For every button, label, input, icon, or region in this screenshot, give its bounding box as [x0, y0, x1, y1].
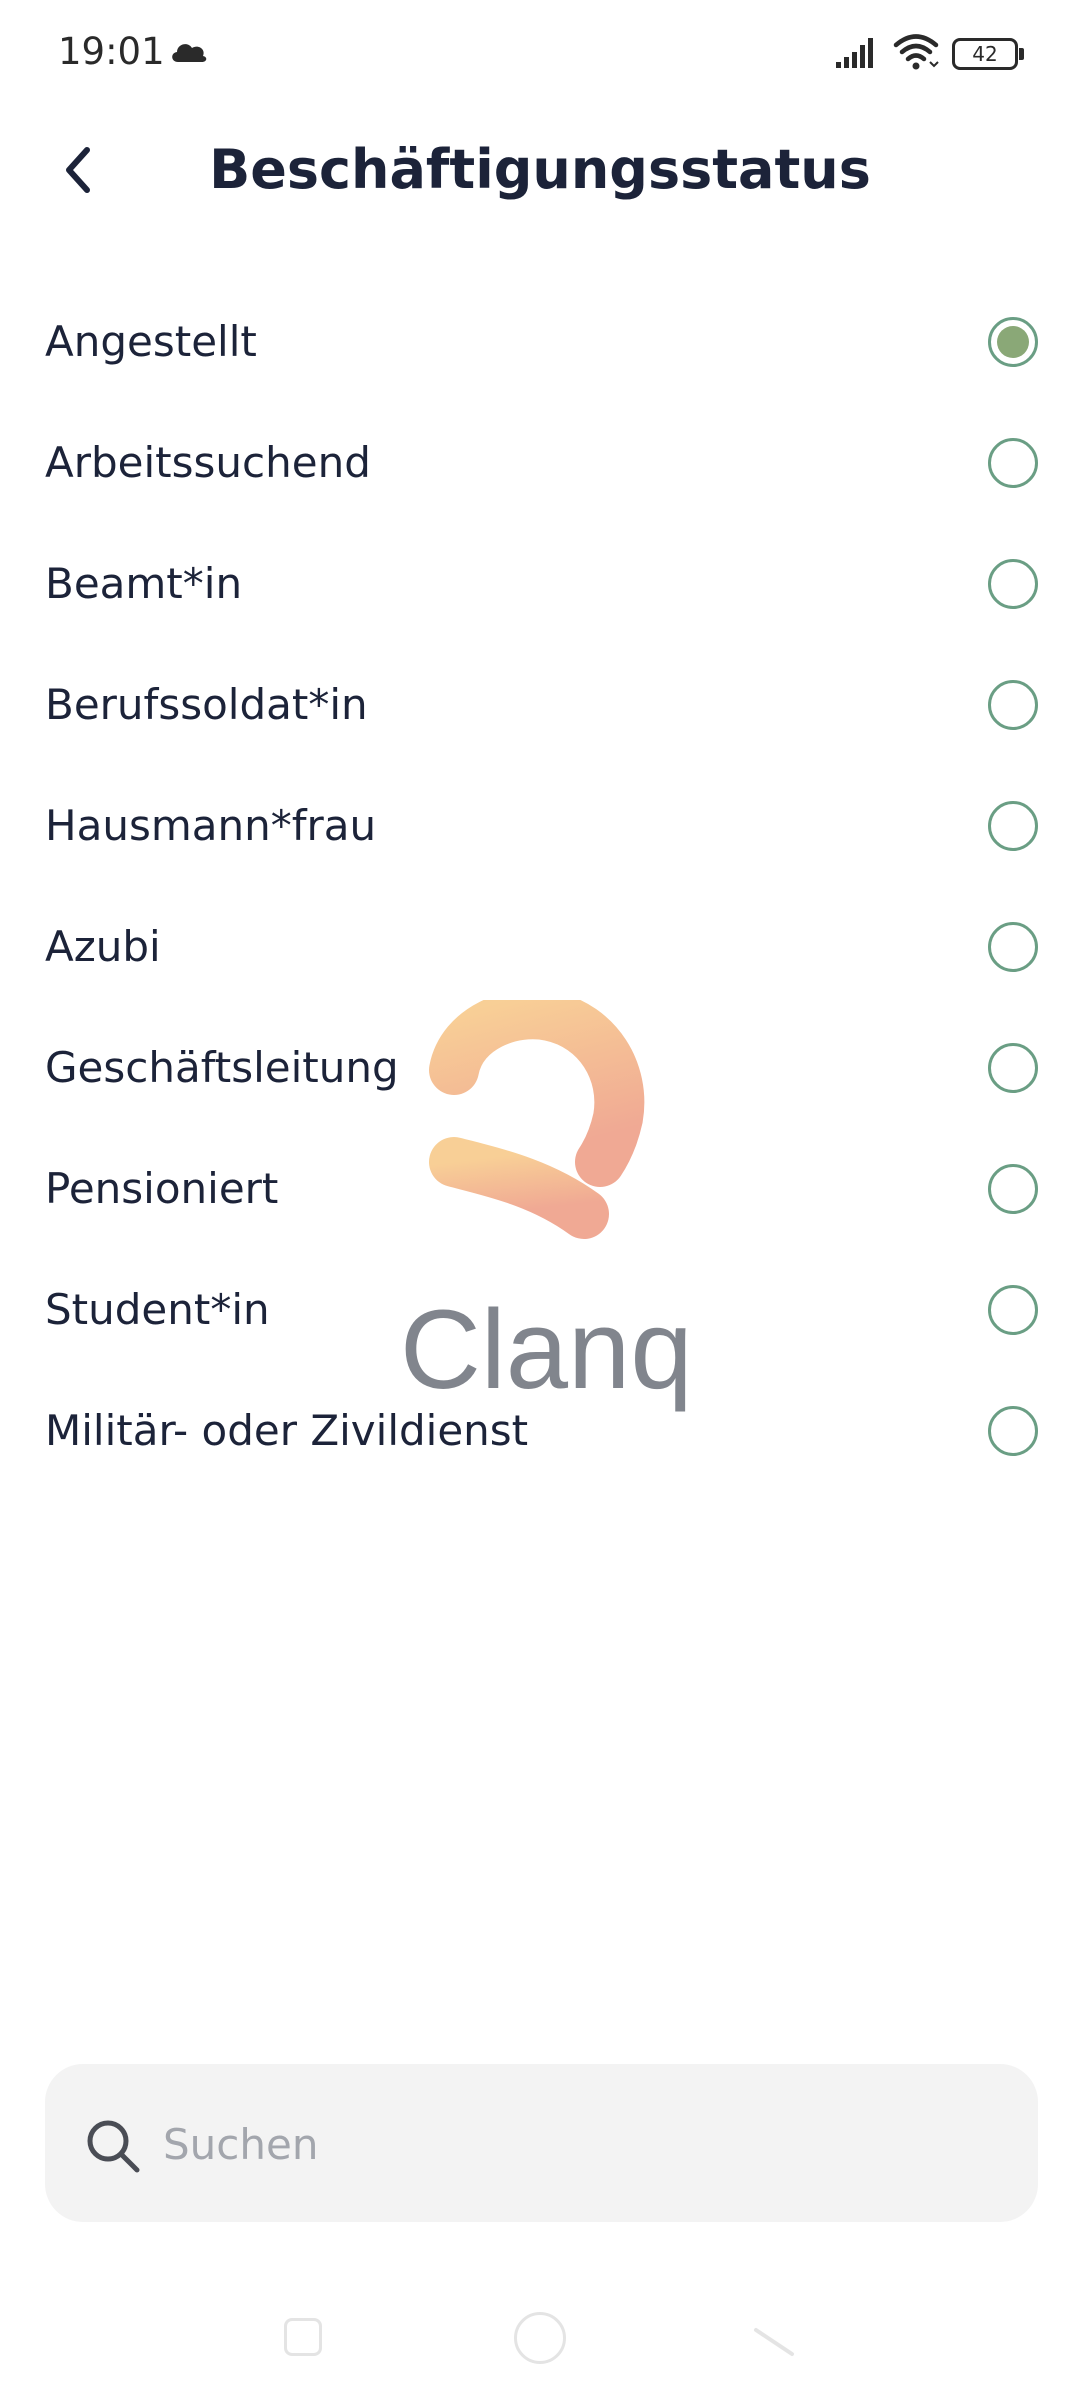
nav-back-icon[interactable] — [752, 2318, 798, 2358]
back-button[interactable] — [42, 130, 112, 210]
battery-icon: 42 — [952, 38, 1024, 70]
option-militaer-zivildienst[interactable]: Militär- oder Zivildienst — [0, 1370, 1080, 1491]
wifi-icon — [893, 34, 939, 70]
search-input[interactable] — [163, 2104, 983, 2184]
option-azubi[interactable]: Azubi — [0, 886, 1080, 1007]
radio-button[interactable] — [988, 801, 1038, 851]
search-icon — [87, 2120, 140, 2173]
status-bar: 19:01 42 — [0, 0, 1080, 110]
option-label: Militär- oder Zivildienst — [45, 1406, 529, 1455]
option-label: Geschäftsleitung — [45, 1043, 399, 1092]
option-geschaeftsleitung[interactable]: Geschäftsleitung — [0, 1007, 1080, 1128]
recent-apps-icon[interactable] — [284, 2318, 322, 2356]
radio-button[interactable] — [988, 1285, 1038, 1335]
battery-tip — [1019, 48, 1024, 60]
radio-button[interactable] — [988, 922, 1038, 972]
option-hausmann-frau[interactable]: Hausmann*frau — [0, 765, 1080, 886]
status-time: 19:01 — [58, 30, 165, 73]
chevron-left-icon — [66, 147, 90, 193]
option-label: Hausmann*frau — [45, 801, 377, 850]
option-arbeitssuchend[interactable]: Arbeitssuchend — [0, 402, 1080, 523]
option-label: Azubi — [45, 922, 161, 971]
option-label: Arbeitssuchend — [45, 438, 371, 487]
radio-button[interactable] — [988, 438, 1038, 488]
radio-button[interactable] — [988, 559, 1038, 609]
option-label: Student*in — [45, 1285, 270, 1334]
radio-button[interactable] — [988, 1164, 1038, 1214]
option-student-in[interactable]: Student*in — [0, 1249, 1080, 1370]
option-label: Pensioniert — [45, 1164, 279, 1213]
battery-level: 42 — [972, 42, 998, 66]
option-berufssoldat-in[interactable]: Berufssoldat*in — [0, 644, 1080, 765]
option-beamt-in[interactable]: Beamt*in — [0, 523, 1080, 644]
option-label: Beamt*in — [45, 559, 243, 608]
signal-icon — [836, 38, 873, 68]
home-icon[interactable] — [514, 2312, 566, 2364]
radio-button[interactable] — [988, 1043, 1038, 1093]
options-list: Angestellt Arbeitssuchend Beamt*in Beruf… — [0, 281, 1080, 1491]
option-label: Angestellt — [45, 317, 257, 366]
page-title: Beschäftigungsstatus — [209, 138, 871, 201]
option-angestellt[interactable]: Angestellt — [0, 281, 1080, 402]
option-pensioniert[interactable]: Pensioniert — [0, 1128, 1080, 1249]
search-bar[interactable] — [45, 2064, 1038, 2222]
radio-button[interactable] — [988, 680, 1038, 730]
option-label: Berufssoldat*in — [45, 680, 368, 729]
radio-button[interactable] — [988, 1406, 1038, 1456]
cloud-icon — [172, 44, 207, 62]
radio-button-selected[interactable] — [988, 317, 1038, 367]
